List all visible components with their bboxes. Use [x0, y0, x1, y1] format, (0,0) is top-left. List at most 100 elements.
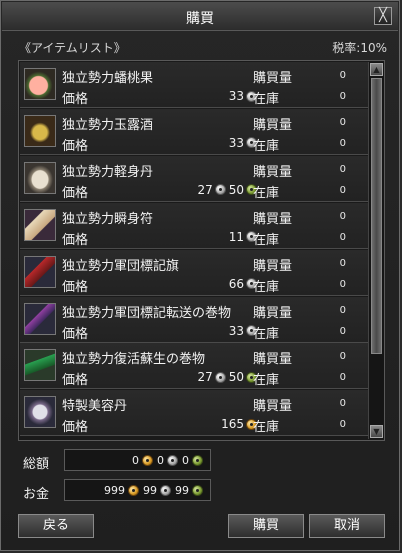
stock-value: 0 [339, 278, 346, 290]
quantity-label: 購買量 [253, 352, 293, 368]
title-bar[interactable]: 購買 ╳ [2, 2, 398, 31]
item-name: 独立勢力蟠桃果 [62, 71, 154, 86]
quantity-value[interactable]: 0 [340, 305, 346, 316]
stock-value: 0 [339, 137, 346, 149]
quantity-label: 購買量 [253, 399, 293, 415]
price-label: 価格 [62, 138, 89, 154]
close-button[interactable]: ╳ [374, 7, 392, 25]
stock-value: 0 [339, 231, 346, 243]
scroll-icon[interactable] [24, 302, 56, 335]
banner-icon[interactable] [24, 255, 56, 288]
stock-value: 0 [339, 419, 346, 431]
scroll-thumb[interactable] [371, 78, 382, 354]
gold-coin-icon [142, 455, 153, 466]
shop-window: 購買 ╳ 《アイテムリスト》 税率:10% 独立勢力蟠桃果 価格 33 購買量 … [0, 0, 400, 551]
money-amount-box: 999 99 99 [64, 479, 211, 501]
money-silver-value: 99 [143, 484, 157, 497]
wine-jug-icon[interactable] [24, 114, 56, 147]
pill-icon[interactable] [24, 161, 56, 194]
price-bronze-value: 50 [228, 182, 244, 197]
silver-coin-icon [214, 371, 226, 383]
item-list-label: 《アイテムリスト》 [19, 41, 126, 55]
quantity-label: 購買量 [253, 211, 293, 227]
item-list: 独立勢力蟠桃果 価格 33 購買量 0 在庫 0 独立勢力玉露酒 価格 33 購… [18, 60, 385, 441]
cancel-button[interactable]: 取消 [309, 514, 385, 538]
list-item[interactable]: 特製美容丹 価格 165 購買量 0 在庫 0 [20, 390, 368, 437]
price-label: 価格 [62, 185, 89, 201]
silver-coin-icon [160, 485, 171, 496]
item-price: 27 50 [197, 370, 258, 384]
price-label: 価格 [62, 279, 89, 295]
quantity-value[interactable]: 0 [340, 70, 346, 81]
price-silver-value: 11 [228, 229, 244, 244]
peach-icon[interactable] [24, 68, 56, 100]
money-label: お金 [23, 487, 50, 502]
price-gold-value: 165 [221, 417, 244, 432]
scroll-down-arrow-icon[interactable]: ▼ [370, 425, 383, 438]
stock-value: 0 [339, 372, 346, 384]
stock-label: 在庫 [253, 420, 280, 436]
price-silver-value: 66 [228, 276, 244, 291]
quantity-label: 購買量 [253, 164, 293, 180]
silver-coin-icon [214, 184, 226, 196]
quantity-value[interactable]: 0 [340, 164, 346, 175]
gold-coin-icon [128, 485, 139, 496]
total-amount-box: 0 0 0 [64, 449, 211, 471]
item-name: 独立勢力軽身丹 [62, 164, 154, 180]
stock-label: 在庫 [253, 138, 280, 154]
revive-scroll-icon[interactable] [24, 349, 56, 382]
price-silver-value: 33 [228, 135, 244, 150]
price-silver-value: 27 [197, 182, 213, 197]
price-silver-value: 33 [228, 89, 244, 103]
bronze-coin-icon [192, 485, 203, 496]
buy-button[interactable]: 購買 [228, 514, 304, 538]
quantity-value[interactable]: 0 [340, 351, 346, 362]
money-gold-value: 999 [104, 484, 125, 497]
quantity-label: 購買量 [253, 71, 293, 86]
list-header: 《アイテムリスト》 税率:10% [19, 39, 387, 57]
list-scrollbar[interactable]: ▲ ▼ [368, 62, 384, 439]
list-item[interactable]: 独立勢力軍団標記転送の巻物 価格 33 購買量 0 在庫 0 [20, 296, 368, 343]
list-item[interactable]: 独立勢力蟠桃果 価格 33 購買量 0 在庫 0 [20, 62, 368, 108]
talisman-icon[interactable] [24, 208, 56, 241]
window-title: 購買 [186, 11, 214, 27]
item-name: 特製美容丹 [62, 399, 128, 415]
list-item[interactable]: 独立勢力玉露酒 価格 33 購買量 0 在庫 0 [20, 108, 368, 155]
total-label: 総額 [23, 457, 50, 472]
money-bronze-value: 99 [175, 484, 189, 497]
quantity-label: 購買量 [253, 305, 293, 321]
list-item[interactable]: 独立勢力瞬身符 価格 11 購買量 0 在庫 0 [20, 202, 368, 249]
total-bronze-value: 0 [182, 454, 189, 467]
stock-label: 在庫 [253, 279, 280, 295]
scroll-up-arrow-icon[interactable]: ▲ [370, 63, 383, 76]
quantity-value[interactable]: 0 [340, 398, 346, 409]
quantity-label: 購買量 [253, 117, 293, 133]
stock-label: 在庫 [253, 373, 280, 389]
item-price: 27 50 [197, 183, 258, 197]
price-label: 価格 [62, 232, 89, 248]
price-label: 価格 [62, 373, 89, 389]
item-name: 独立勢力復活蘇生の巻物 [62, 352, 206, 368]
list-item[interactable]: 独立勢力復活蘇生の巻物 価格 27 50 購買量 0 在庫 0 [20, 343, 368, 390]
item-name: 独立勢力瞬身符 [62, 211, 154, 227]
total-gold-value: 0 [132, 454, 139, 467]
list-item[interactable]: 独立勢力軍団標記旗 価格 66 購買量 0 在庫 0 [20, 249, 368, 296]
stock-value: 0 [339, 184, 346, 196]
quantity-value[interactable]: 0 [340, 117, 346, 128]
stock-value: 0 [339, 325, 346, 337]
item-name: 独立勢力軍団標記旗 [62, 258, 180, 274]
price-label: 価格 [62, 420, 89, 436]
quantity-value[interactable]: 0 [340, 258, 346, 269]
quantity-label: 購買量 [253, 258, 293, 274]
item-name: 独立勢力軍団標記転送の巻物 [62, 305, 232, 321]
quantity-value[interactable]: 0 [340, 211, 346, 222]
bronze-coin-icon [192, 455, 203, 466]
stock-label: 在庫 [253, 92, 280, 107]
stock-label: 在庫 [253, 185, 280, 201]
back-button[interactable]: 戻る [18, 514, 94, 538]
price-silver-value: 27 [197, 370, 213, 385]
price-label: 価格 [62, 326, 89, 342]
price-label: 価格 [62, 92, 89, 107]
list-item[interactable]: 独立勢力軽身丹 価格 27 50 購買量 0 在庫 0 [20, 155, 368, 202]
beauty-pill-icon[interactable] [24, 396, 56, 429]
